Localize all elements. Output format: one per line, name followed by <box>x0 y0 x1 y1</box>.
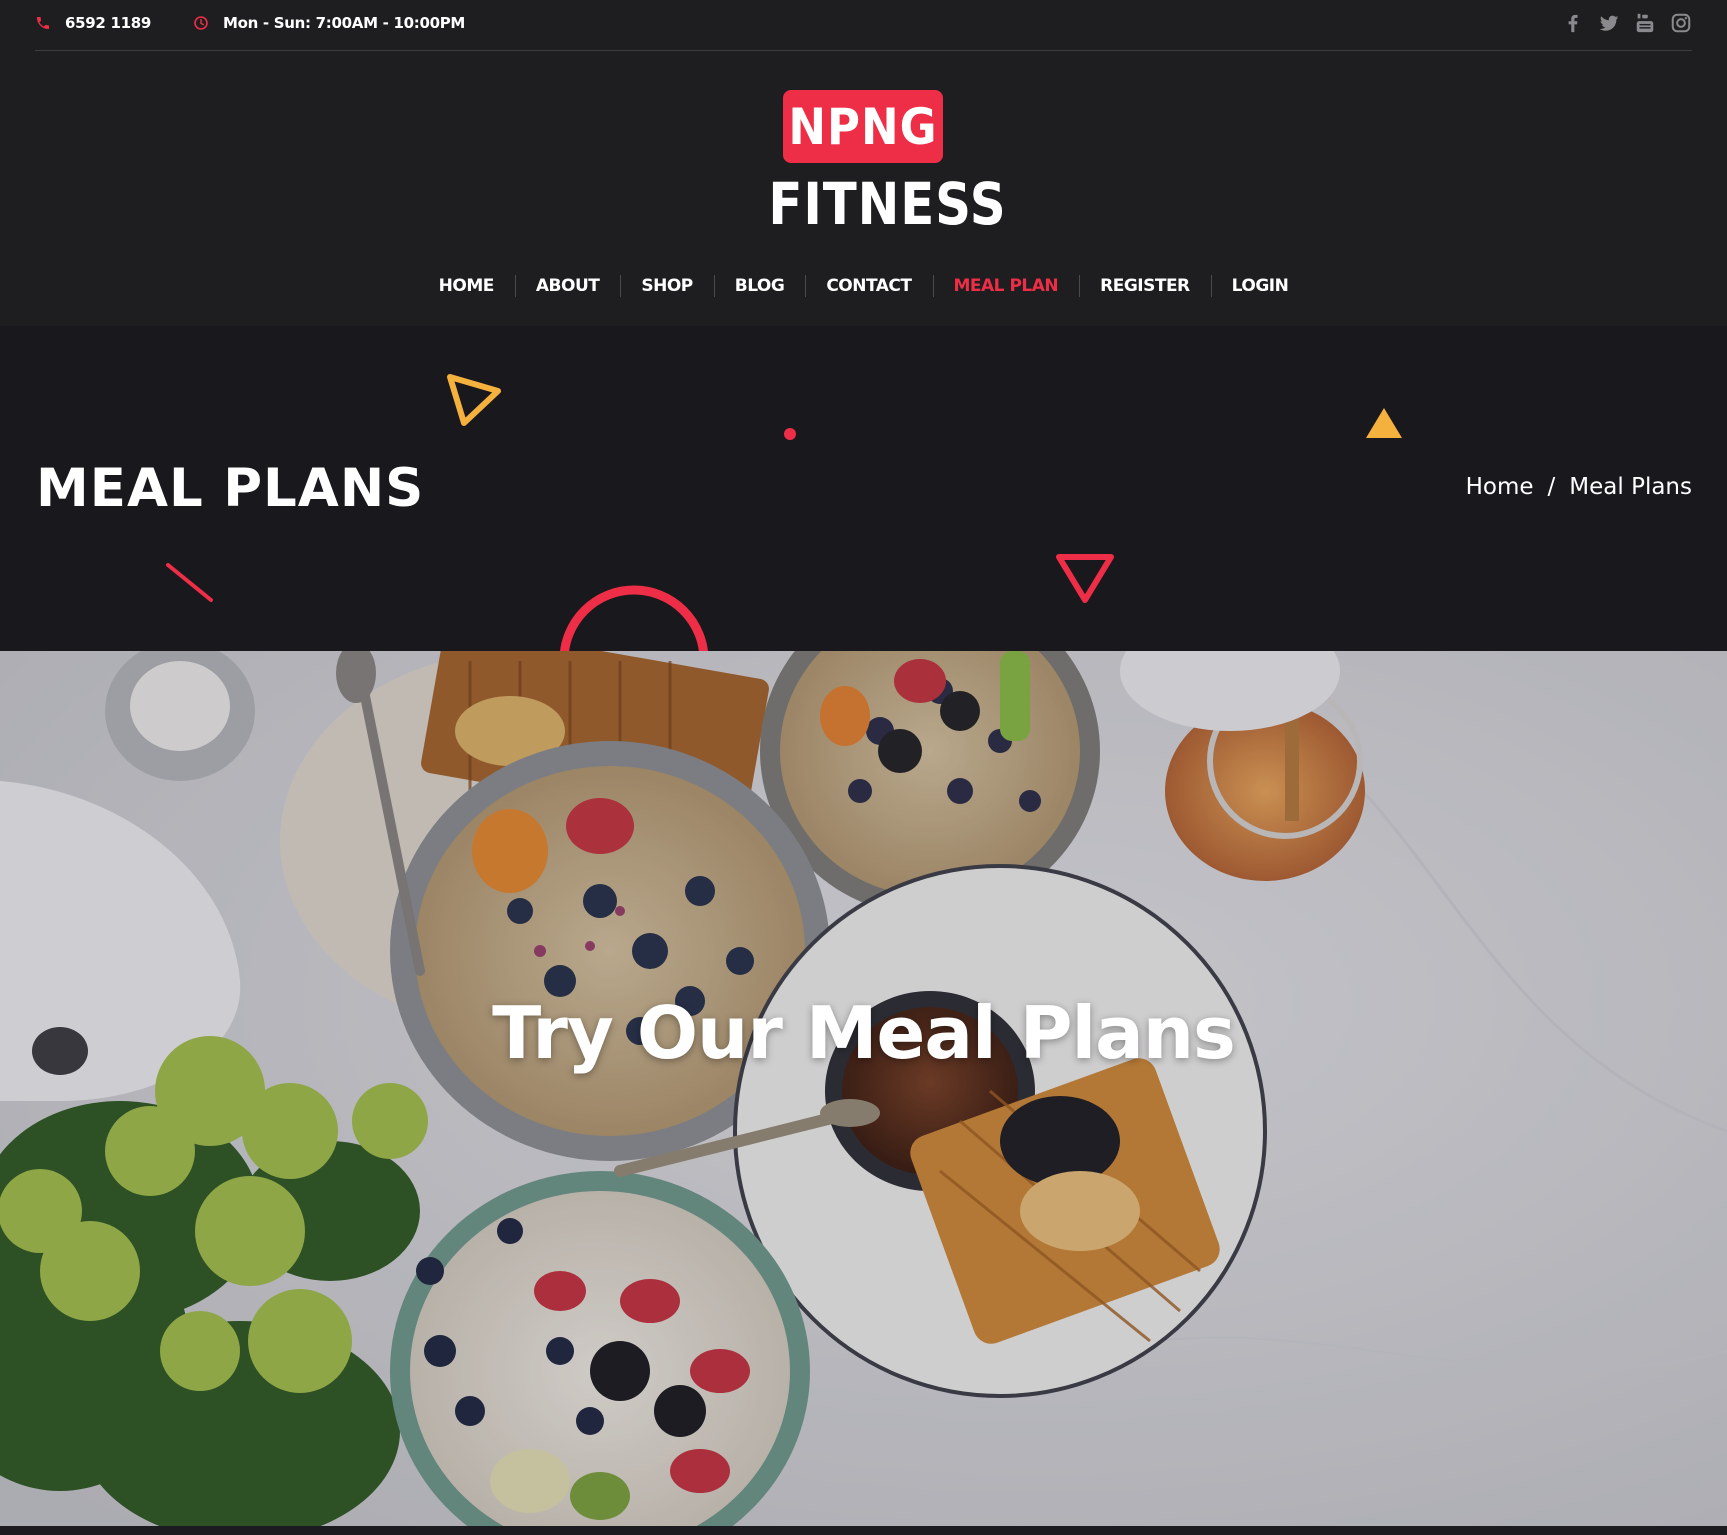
triangle-outline-yellow-decoration <box>447 374 501 426</box>
line-decoration <box>166 563 213 602</box>
nav-login[interactable]: LOGIN <box>1210 274 1310 298</box>
bottom-strip <box>0 1526 1727 1535</box>
instagram-icon <box>1671 13 1691 33</box>
hours-text: Mon - Sun: 7:00AM - 10:00PM <box>223 14 466 32</box>
triangle-filled-yellow-decoration <box>1366 408 1402 438</box>
logo-wordmark: FITNESS <box>768 170 1007 238</box>
facebook-icon <box>1568 14 1578 33</box>
site-logo[interactable]: NPNG FITNESS <box>753 90 1007 240</box>
twitter-icon <box>1599 15 1619 31</box>
facebook-link[interactable] <box>1562 10 1584 36</box>
breadcrumb-separator: / <box>1547 474 1556 500</box>
breadcrumb-home[interactable]: Home <box>1466 474 1534 500</box>
youtube-icon <box>1636 13 1654 33</box>
phone-number: 6592 1189 <box>65 14 152 32</box>
nav-shop[interactable]: SHOP <box>620 274 713 298</box>
top-bar-inner: 6592 1189 Mon - Sun: 7:00AM - 10:00PM <box>35 0 1692 51</box>
youtube-link[interactable] <box>1634 10 1656 36</box>
breadcrumb-current: Meal Plans <box>1569 474 1692 500</box>
social-links <box>1562 10 1692 36</box>
hero-overlay <box>0 651 1727 1526</box>
page-title-banner: MEAL PLANS Home / Meal Plans <box>0 326 1727 651</box>
logo-badge: NPNG <box>783 90 943 163</box>
nav-register[interactable]: REGISTER <box>1079 274 1211 298</box>
semicircle-decoration <box>560 585 708 651</box>
site-header: NPNG FITNESS HOME ABOUT SHOP BLOG CONTAC… <box>0 52 1727 326</box>
hero-title: Try Our Meal Plans <box>492 991 1236 1075</box>
nav-about[interactable]: ABOUT <box>514 274 620 298</box>
main-navigation: HOME ABOUT SHOP BLOG CONTACT MEAL PLAN R… <box>0 274 1727 298</box>
twitter-link[interactable] <box>1598 10 1620 36</box>
opening-hours: Mon - Sun: 7:00AM - 10:00PM <box>193 14 465 32</box>
hero-section: Try Our Meal Plans <box>0 651 1727 1526</box>
contact-phone[interactable]: 6592 1189 <box>35 14 151 32</box>
triangle-outline-red-decoration <box>1056 554 1114 603</box>
breadcrumb: Home / Meal Plans <box>1466 474 1692 500</box>
page-title: MEAL PLANS <box>36 458 425 519</box>
nav-meal-plan[interactable]: MEAL PLAN <box>932 274 1080 298</box>
dot-decoration <box>784 428 796 440</box>
nav-contact[interactable]: CONTACT <box>805 274 932 298</box>
top-bar: 6592 1189 Mon - Sun: 7:00AM - 10:00PM <box>0 0 1727 52</box>
nav-blog[interactable]: BLOG <box>713 274 806 298</box>
instagram-link[interactable] <box>1670 10 1692 36</box>
nav-home[interactable]: HOME <box>418 274 515 298</box>
phone-icon <box>37 17 49 29</box>
clock-icon <box>194 16 208 30</box>
